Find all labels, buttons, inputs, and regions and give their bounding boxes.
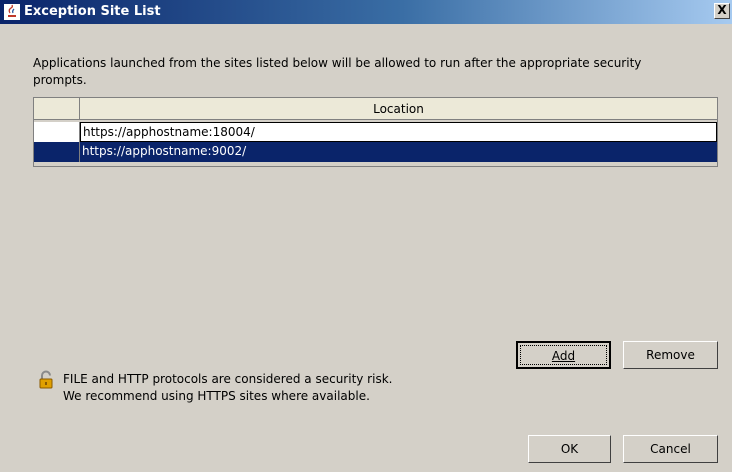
row-blank-cell[interactable]	[34, 122, 80, 142]
close-icon: X	[717, 3, 727, 17]
row-blank-cell[interactable]	[34, 142, 80, 162]
column-header-blank[interactable]	[34, 98, 80, 120]
remove-button-label: Remove	[646, 348, 695, 362]
location-edit-field[interactable]: https://apphostname:18004/	[80, 122, 717, 142]
ok-button-label: OK	[560, 442, 579, 456]
description-text: Applications launched from the sites lis…	[33, 56, 642, 87]
cancel-button-label: Cancel	[650, 442, 691, 456]
location-table: Location https://apphostname:18004/ http…	[33, 97, 718, 167]
window-title: Exception Site List	[24, 4, 161, 19]
remove-button[interactable]: Remove	[623, 341, 718, 369]
ok-button[interactable]: OK	[528, 435, 611, 463]
warning-line-2: We recommend using HTTPS sites where ava…	[63, 389, 370, 403]
close-button[interactable]: X	[714, 3, 730, 19]
table-row[interactable]: https://apphostname:18004/	[34, 122, 717, 142]
column-header-location[interactable]: Location	[80, 98, 717, 120]
warning-line-1: FILE and HTTP protocols are considered a…	[63, 372, 393, 386]
java-icon	[4, 4, 20, 20]
lock-icon	[37, 370, 57, 390]
exception-site-list-dialog: Exception Site List X Applications launc…	[0, 0, 732, 472]
cancel-button[interactable]: Cancel	[623, 435, 718, 463]
title-bar[interactable]: Exception Site List X	[0, 0, 732, 24]
table-row[interactable]: https://apphostname:9002/	[34, 142, 717, 162]
add-button-label: Add	[551, 349, 576, 363]
location-cell[interactable]: https://apphostname:9002/	[80, 142, 717, 162]
security-warning: FILE and HTTP protocols are considered a…	[63, 371, 392, 405]
add-button[interactable]: Add	[516, 341, 611, 369]
